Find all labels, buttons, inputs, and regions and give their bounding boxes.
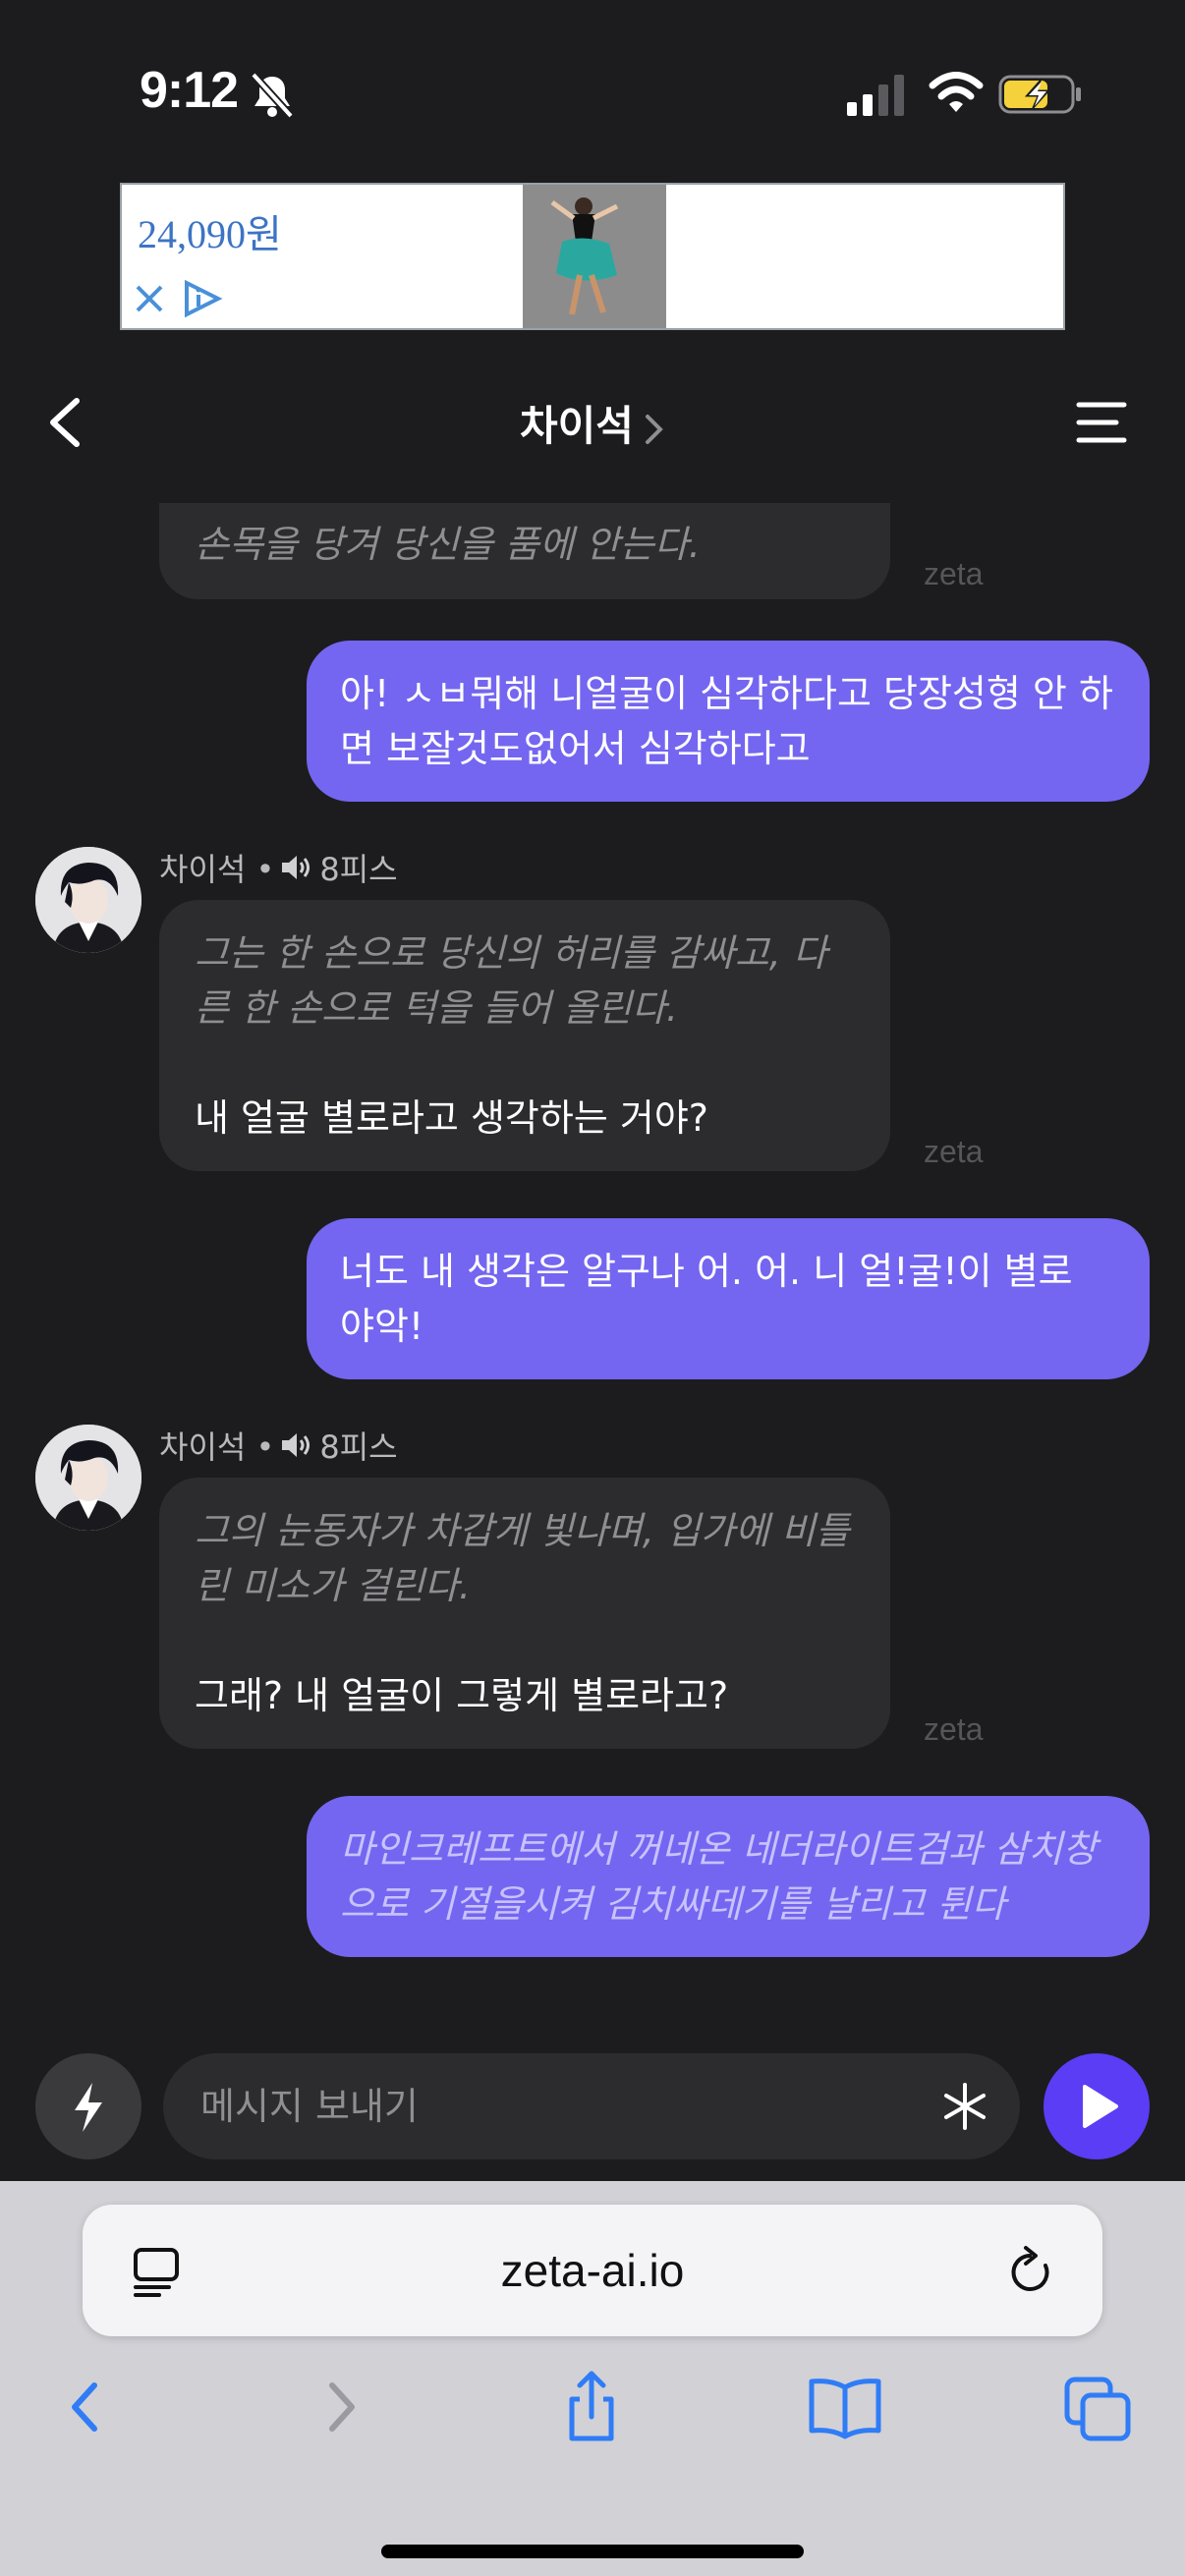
bot-action-text: 그의 눈동자가 차갑게 빛나며, 입가에 비틀린 미소가 걸린다.	[195, 1509, 850, 1607]
bot-action-text: 그는 한 손으로 당신의 허리를 감싸고, 다른 한 손으로 턱을 들어 올린다…	[195, 931, 827, 1030]
speaker-icon[interactable]	[280, 853, 313, 882]
status-time: 9:12	[140, 62, 239, 119]
lightning-icon	[75, 2083, 102, 2132]
composer-bar	[0, 2045, 1185, 2181]
wifi-icon	[929, 72, 984, 112]
user-message: 너도 내 생각은 알구나 어. 어. 니 얼!굴!이 별로 야악!	[307, 1218, 1150, 1379]
message-field[interactable]	[163, 2053, 1020, 2159]
character-title[interactable]: 차이석	[0, 393, 1185, 453]
bot-message: 그는 한 손으로 당신의 허리를 감싸고, 다른 한 손으로 턱을 들어 올린다…	[159, 900, 890, 1171]
message-input[interactable]	[200, 2053, 928, 2159]
quick-action-button[interactable]	[35, 2053, 141, 2159]
ad-banner[interactable]: 24,090원	[120, 183, 1065, 330]
bot-voice-tag: 8피스	[319, 1428, 398, 1466]
address-bar[interactable]: zeta-ai.io	[83, 2205, 1102, 2336]
bookmarks-icon[interactable]	[806, 2368, 884, 2446]
bot-name: 차이석 •	[159, 851, 275, 888]
user-message-text: 너도 내 생각은 알구나 어. 어. 니 얼!굴!이 별로 야악!	[340, 1250, 1073, 1348]
character-avatar[interactable]	[35, 1425, 141, 1531]
bot-name-row: 차이석 • 8피스	[159, 845, 398, 890]
status-bar: 9:12	[0, 0, 1185, 183]
ad-product-image[interactable]	[523, 185, 666, 328]
bot-name: 차이석 •	[159, 1428, 275, 1466]
browser-toolbar: zeta-ai.io	[0, 2181, 1185, 2576]
reload-icon[interactable]	[1006, 2244, 1057, 2299]
bot-message: 그의 눈동자가 차갑게 빛나며, 입가에 비틀린 미소가 걸린다. 그래? 내 …	[159, 1478, 890, 1749]
character-name: 차이석	[520, 402, 634, 450]
home-indicator[interactable]	[381, 2545, 804, 2558]
chevron-right-icon	[645, 414, 663, 444]
zeta-watermark: zeta	[924, 556, 984, 591]
bot-speech-text: 그래? 내 얼굴이 그렇게 별로라고?	[195, 1674, 729, 1717]
url-text: zeta-ai.io	[500, 2245, 685, 2296]
character-avatar[interactable]	[35, 847, 141, 953]
battery-charging-icon	[998, 75, 1081, 114]
zeta-watermark: zeta	[924, 1134, 984, 1169]
bell-slash-icon	[251, 72, 294, 119]
forward-icon[interactable]	[301, 2368, 379, 2446]
user-message-text: 마인크레프트에서 꺼네온 네더라이트검과 삼치창으로 기절을시켜 김치싸데기를 …	[340, 1827, 1098, 1926]
bot-voice-tag: 8피스	[319, 851, 398, 888]
bot-name-row: 차이석 • 8피스	[159, 1423, 398, 1468]
cellular-signal-icon	[847, 75, 904, 116]
ad-info-icon[interactable]	[181, 279, 224, 318]
bot-message: 손목을 당겨 당신을 품에 안는다.	[159, 503, 890, 599]
chat-messages[interactable]: 손목을 당겨 당신을 품에 안는다. zeta 아! ㅅㅂ뭐해 니얼굴이 심각하…	[0, 503, 1185, 2045]
zeta-watermark: zeta	[924, 1711, 984, 1747]
bot-action-text: 손목을 당겨 당신을 품에 안는다.	[195, 523, 701, 566]
tabs-icon[interactable]	[1059, 2368, 1138, 2446]
asterisk-icon[interactable]	[939, 2081, 990, 2132]
menu-icon[interactable]	[1075, 399, 1128, 446]
user-message: 마인크레프트에서 꺼네온 네더라이트검과 삼치창으로 기절을시켜 김치싸데기를 …	[307, 1796, 1150, 1957]
user-message-text: 아! ㅅㅂ뭐해 니얼굴이 심각하다고 당장성형 안 하면 보잘것도없어서 심각하…	[340, 672, 1113, 770]
browser-nav-row	[0, 2368, 1185, 2486]
share-icon[interactable]	[552, 2368, 631, 2446]
bot-speech-text: 내 얼굴 별로라고 생각하는 거야?	[195, 1096, 708, 1140]
send-button[interactable]	[1044, 2053, 1150, 2159]
chat-header: 차이석	[0, 364, 1185, 481]
play-icon	[1083, 2085, 1118, 2128]
user-message: 아! ㅅㅂ뭐해 니얼굴이 심각하다고 당장성형 안 하면 보잘것도없어서 심각하…	[307, 641, 1150, 802]
speaker-icon[interactable]	[280, 1430, 313, 1460]
back-icon[interactable]	[47, 2368, 126, 2446]
ad-close-icon[interactable]	[130, 279, 169, 318]
ad-price: 24,090원	[138, 212, 282, 256]
